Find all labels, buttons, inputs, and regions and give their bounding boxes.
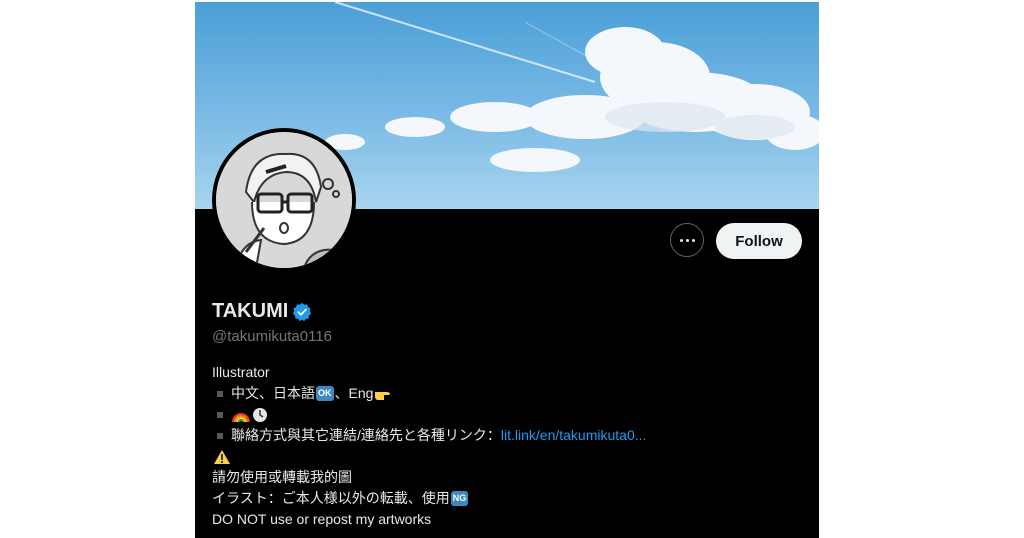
bio-line: DO NOT use or repost my artworks [212,511,432,527]
display-name: TAKUMI [212,300,289,322]
follow-button[interactable]: Follow [716,223,802,259]
bio-line: イラスト：ご本人様以外の転載、使用 NG [212,490,469,506]
ng-badge-icon: NG [450,491,469,506]
bio-line: Illustrator [212,364,270,380]
clock-icon [253,407,267,422]
bio-line: 中文、日本語 OK 、Eng [212,383,812,404]
avatar-illustration [216,132,352,268]
page-background: Follow TAKUMI @takumikuta0116 Illustrato… [0,0,1024,538]
ok-badge-icon: OK [316,386,334,401]
bullet-icon [217,411,223,418]
bio-line [212,446,812,467]
bio-line [212,404,812,425]
more-options-button[interactable] [670,223,704,257]
bullet-icon [217,390,223,397]
profile-handle: @takumikuta0116 [212,328,333,345]
rainbow-icon [232,412,250,422]
profile-card: Follow TAKUMI @takumikuta0116 Illustrato… [195,2,819,538]
pointing-hand-icon [375,391,391,400]
bio-line: 聯絡方式與其它連結/連絡先と各種リンク： lit.link/en/takumik… [212,425,812,446]
bullet-icon [217,432,223,439]
profile-avatar[interactable] [212,128,356,272]
bio-line: 請勿使用或轉載我的圖 [212,469,352,485]
more-icon [679,238,683,242]
warning-icon [214,449,230,464]
profile-link[interactable]: lit.link/en/takumikuta0... [501,425,647,446]
profile-name-row: TAKUMI [212,300,312,323]
verified-badge-icon [293,302,312,321]
profile-bio: Illustrator 中文、日本語 OK 、Eng 聯絡方式與其它連結/連絡先… [212,362,812,530]
